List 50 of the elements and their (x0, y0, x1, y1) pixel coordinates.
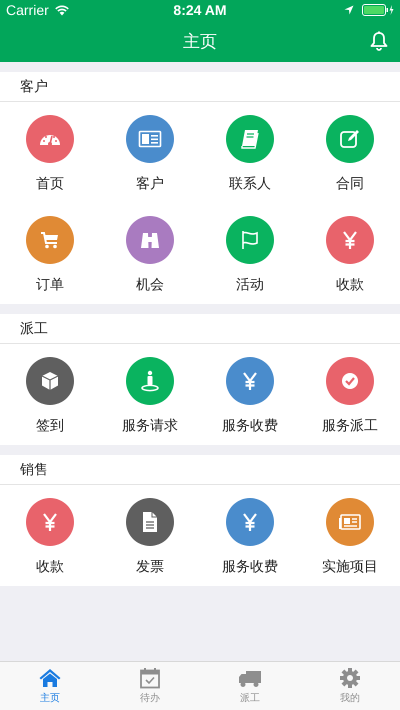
menu-item-label: 活动 (236, 276, 264, 294)
menu-item-label: 发票 (136, 558, 164, 576)
menu-item-label: 客户 (136, 175, 164, 193)
menu-item-label: 合同 (336, 175, 364, 193)
section-title: 派工 (20, 320, 48, 338)
menu-icon-circle[interactable] (326, 498, 374, 546)
menu-item-label: 服务收费 (222, 558, 278, 576)
menu-icon-circle[interactable] (226, 357, 274, 405)
menu-icon-circle[interactable] (326, 216, 374, 264)
menu-icon-circle[interactable] (326, 357, 374, 405)
menu-icon-circle[interactable] (126, 115, 174, 163)
tab[interactable]: 派工 (200, 662, 300, 710)
tab[interactable]: 待办 (100, 662, 200, 710)
tab[interactable]: 我的 (300, 662, 400, 710)
menu-icon-circle[interactable] (226, 216, 274, 264)
section-title: 销售 (20, 460, 48, 478)
menu-icon-circle[interactable] (26, 498, 74, 546)
menu-item-label: 签到 (36, 417, 64, 435)
menu-item-label: 收款 (336, 276, 364, 294)
wifi-icon (54, 4, 70, 16)
menu-icon-circle[interactable] (126, 498, 174, 546)
menu-item-label: 订单 (36, 276, 64, 294)
menu-icon-circle[interactable] (126, 357, 174, 405)
menu-item-label: 实施项目 (322, 558, 378, 576)
menu-item-label: 服务收费 (222, 417, 278, 435)
battery-icon (362, 4, 394, 16)
carrier-name: Carrier (6, 2, 49, 18)
menu-item-label: 收款 (36, 558, 64, 576)
menu-icon-circle[interactable] (126, 216, 174, 264)
menu-icon-circle[interactable] (226, 115, 274, 163)
menu-item-label: 联系人 (229, 175, 271, 193)
edit-icon (338, 127, 362, 151)
menu-icon-circle[interactable] (226, 498, 274, 546)
menu-item-label: 服务请求 (122, 417, 178, 435)
notification-bell-icon[interactable] (370, 31, 388, 51)
menu-icon-circle[interactable] (26, 216, 74, 264)
gear-icon (338, 667, 362, 689)
home-icon (38, 667, 62, 689)
status-time: 8:24 AM (172, 2, 228, 18)
menu-item-label: 服务派工 (322, 417, 378, 435)
menu-item-label: 机会 (136, 276, 164, 294)
tab[interactable]: 主页 (0, 662, 100, 710)
page-title: 主页 (183, 30, 217, 52)
menu-icon-circle[interactable] (26, 357, 74, 405)
calendar-check-icon (138, 667, 162, 689)
menu-icon-circle[interactable] (326, 115, 374, 163)
menu-icon-circle[interactable] (26, 115, 74, 163)
section-title: 客户 (20, 78, 48, 96)
location-arrow-icon (344, 5, 354, 15)
menu-item-label: 首页 (36, 175, 64, 193)
